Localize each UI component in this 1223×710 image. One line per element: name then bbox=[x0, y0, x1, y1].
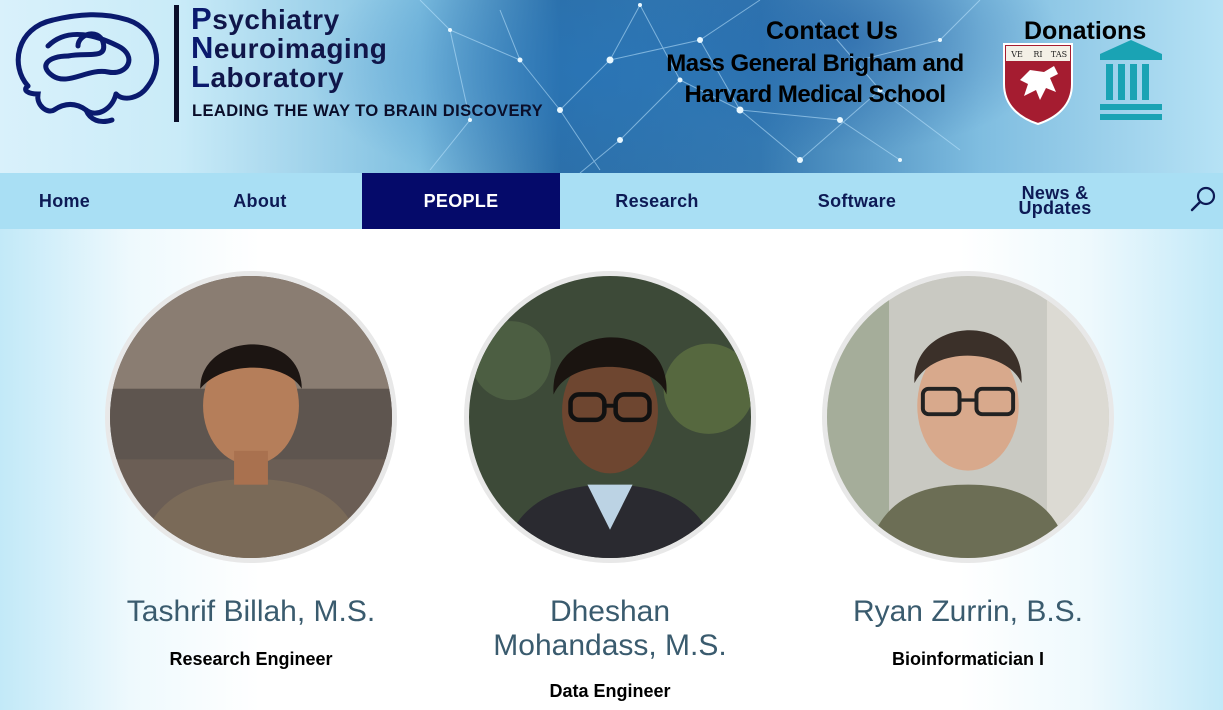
lab-name-rest: sychiatry bbox=[212, 4, 340, 35]
person-photo[interactable] bbox=[822, 271, 1114, 563]
shield-text: RI bbox=[1033, 50, 1042, 59]
person-name: Ryan Zurrin, B.S. bbox=[852, 595, 1084, 628]
shield-text: VE bbox=[1010, 50, 1023, 59]
person-role: Research Engineer bbox=[169, 649, 333, 669]
site-header: Psychiatry Neuroimaging Laboratory LEADI… bbox=[0, 0, 1223, 173]
lab-tagline: LEADING THE WAY TO BRAIN DISCOVERY bbox=[192, 102, 543, 120]
brain-logo-icon[interactable] bbox=[8, 6, 168, 126]
harvard-shield-icon[interactable]: VE RI TAS bbox=[1000, 40, 1076, 126]
nav-item-research[interactable]: Research bbox=[560, 173, 754, 229]
search-icon[interactable] bbox=[1188, 183, 1220, 215]
shield-text: TAS bbox=[1051, 50, 1067, 59]
person-role: Data Engineer bbox=[549, 681, 671, 701]
nav-item-people[interactable]: PEOPLE bbox=[362, 173, 560, 229]
person-name: Tashrif Billah, M.S. bbox=[126, 595, 376, 628]
institution-name: Mass General Brigham and Harvard Medical… bbox=[645, 48, 985, 110]
person-name-line: Dheshan bbox=[549, 595, 671, 628]
portrait-image bbox=[469, 276, 751, 558]
nav-item-software[interactable]: Software bbox=[760, 173, 954, 229]
nav-item-label: PEOPLE bbox=[423, 190, 499, 211]
person-name-line: Mohandass, M.S. bbox=[493, 629, 727, 662]
portrait-image bbox=[827, 276, 1109, 558]
portrait-image bbox=[110, 276, 392, 558]
lab-name-rest: euroimaging bbox=[213, 33, 388, 64]
nav-item-label: Updates bbox=[1018, 198, 1092, 218]
person-photo[interactable] bbox=[105, 271, 397, 563]
people-section: Tashrif Billah, M.S. Research Engineer D… bbox=[0, 229, 1223, 710]
logo-divider bbox=[174, 5, 179, 122]
contact-us-link[interactable]: Contact Us bbox=[766, 17, 898, 46]
lab-name-initial: L bbox=[191, 59, 211, 94]
nav-item-about[interactable]: About bbox=[163, 173, 357, 229]
nav-item-news-updates[interactable]: News & Updates bbox=[960, 173, 1150, 229]
nav-item-label: Home bbox=[38, 190, 91, 211]
person-photo[interactable] bbox=[464, 271, 756, 563]
person-name: Dheshan Mohandass, M.S. bbox=[460, 595, 760, 663]
main-nav: Home About PEOPLE Research Software News… bbox=[0, 173, 1223, 229]
nav-item-label: About bbox=[233, 190, 287, 211]
lab-name[interactable]: Psychiatry Neuroimaging Laboratory bbox=[191, 3, 388, 94]
lab-name-rest: aboratory bbox=[210, 62, 345, 93]
institution-line: Mass General Brigham and bbox=[666, 50, 964, 77]
institution-line: Harvard Medical School bbox=[684, 81, 946, 108]
person-role: Bioinformatician I bbox=[891, 649, 1044, 669]
nav-item-label: Research bbox=[615, 190, 699, 211]
nav-item-label: Software bbox=[817, 190, 897, 211]
nav-item-home[interactable]: Home bbox=[0, 173, 129, 229]
mass-general-brigham-logo-icon[interactable] bbox=[1098, 38, 1164, 124]
